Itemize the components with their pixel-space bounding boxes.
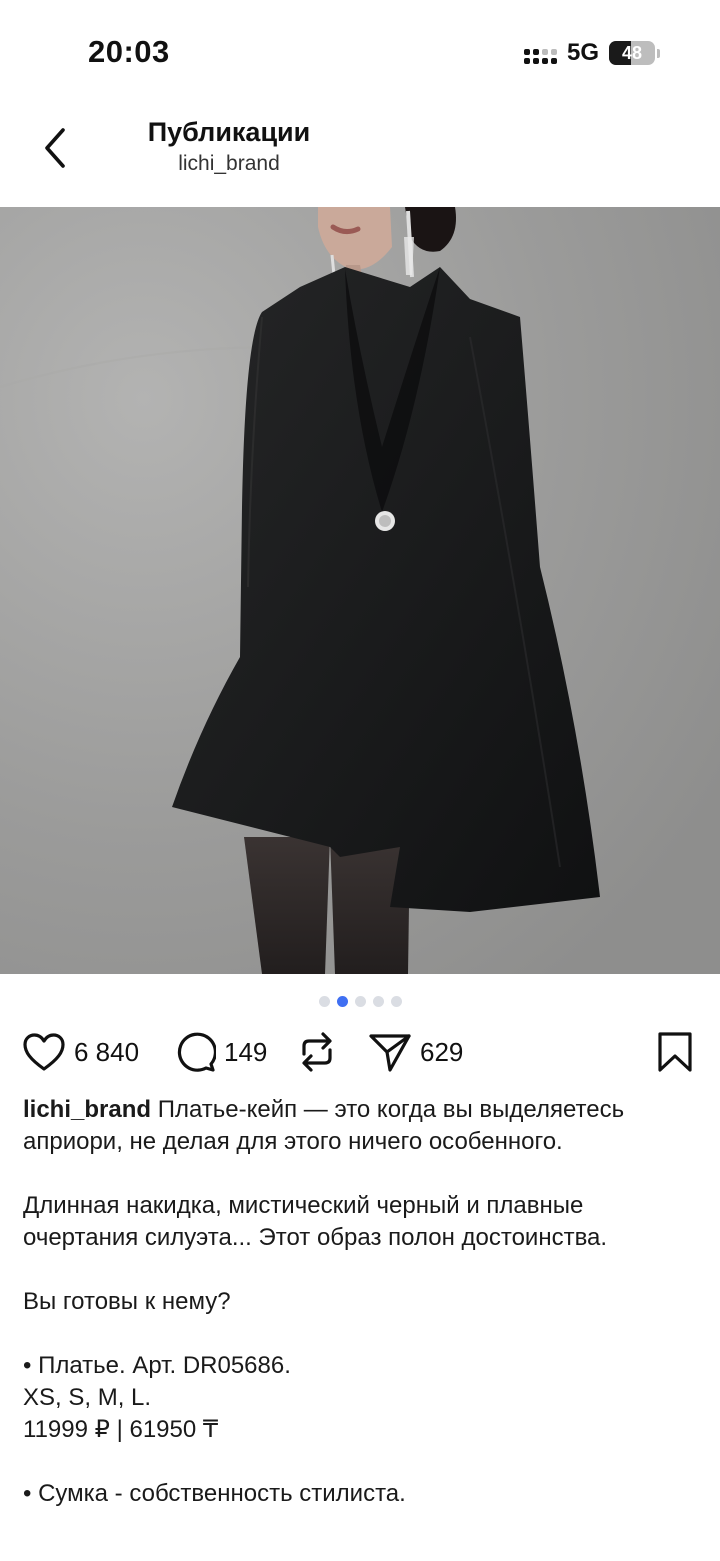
repost-icon bbox=[302, 1032, 332, 1072]
send-icon bbox=[369, 1034, 411, 1072]
status-indicators: 5G 48 bbox=[523, 38, 660, 68]
post-actions: 6 840 149 629 bbox=[0, 1026, 720, 1078]
caption-item-dress: • Платье. Арт. DR05686. bbox=[23, 1352, 291, 1379]
likes-count[interactable]: 6 840 bbox=[74, 1037, 139, 1068]
back-button[interactable] bbox=[30, 124, 78, 172]
header-titles: Публикации lichi_brand bbox=[138, 117, 320, 176]
heart-icon bbox=[23, 1033, 65, 1071]
post-caption: lichi_brand Платье-кейп — это когда вы в… bbox=[23, 1094, 703, 1510]
page-title: Публикации bbox=[147, 117, 311, 147]
caption-first-line: lichi_brand Платье-кейп — это когда вы в… bbox=[23, 1094, 703, 1158]
battery-tip bbox=[657, 48, 660, 58]
battery-level: 48 bbox=[621, 42, 643, 63]
carousel-dot bbox=[390, 996, 402, 1007]
status-time: 20:03 bbox=[88, 34, 170, 69]
page-header: Публикации lichi_brand bbox=[0, 100, 720, 207]
caption-sizes: XS, S, M, L. bbox=[23, 1384, 152, 1411]
bookmark-icon bbox=[658, 1032, 692, 1072]
signal-icon bbox=[523, 48, 557, 64]
comment-button[interactable]: 149 bbox=[174, 1026, 267, 1078]
shares-count: 629 bbox=[420, 1036, 464, 1067]
caption-paragraph: Длинная накидка, мистический черный и пл… bbox=[23, 1192, 608, 1251]
comments-count: 149 bbox=[224, 1036, 268, 1067]
chevron-left-icon bbox=[45, 128, 65, 168]
comment-icon bbox=[177, 1032, 216, 1072]
share-button[interactable]: 629 bbox=[368, 1026, 463, 1078]
caption-item-bag: • Сумка - собственность стилиста. bbox=[23, 1480, 406, 1507]
battery-icon: 48 bbox=[609, 41, 655, 65]
save-button[interactable] bbox=[656, 1026, 694, 1078]
carousel-dot bbox=[354, 996, 366, 1007]
carousel-dot bbox=[372, 996, 384, 1007]
dress-photo-image bbox=[0, 207, 720, 974]
carousel-dot bbox=[318, 996, 330, 1007]
carousel-indicator[interactable] bbox=[0, 996, 720, 1007]
carousel-dot-active bbox=[336, 996, 348, 1007]
status-bar: 20:03 5G 48 bbox=[0, 0, 720, 100]
page-subtitle[interactable]: lichi_brand bbox=[138, 152, 320, 176]
caption-question: Вы готовы к нему? bbox=[23, 1288, 231, 1315]
caption-price: 11999 ₽ | 61950 ₸ bbox=[23, 1416, 219, 1443]
repost-button[interactable] bbox=[298, 1026, 336, 1078]
like-button[interactable]: 6 840 bbox=[22, 1026, 139, 1078]
post-photo[interactable] bbox=[0, 207, 720, 974]
caption-username[interactable]: lichi_brand bbox=[23, 1096, 151, 1123]
network-type: 5G bbox=[566, 39, 599, 66]
